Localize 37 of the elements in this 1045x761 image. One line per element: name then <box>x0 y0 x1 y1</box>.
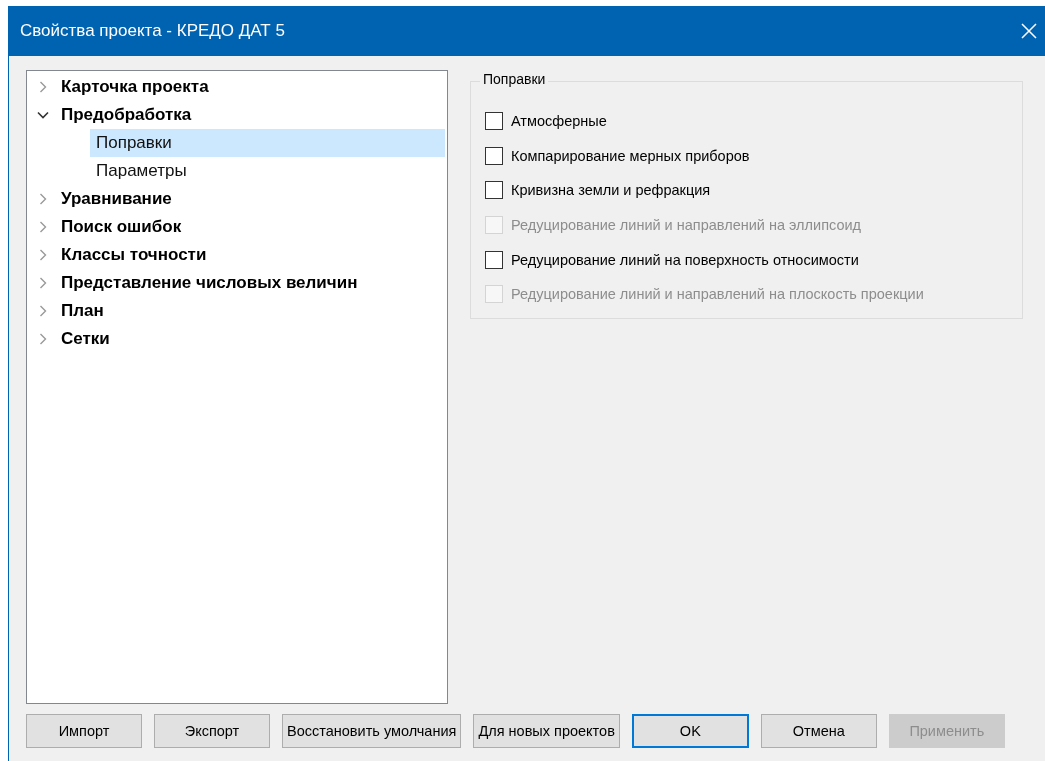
dialog-button[interactable]: Восстановить умолчания <box>282 714 462 748</box>
checkbox[interactable] <box>485 112 503 131</box>
tree-item[interactable]: Карточка проекта <box>61 77 209 97</box>
chevron-down-icon[interactable] <box>37 109 49 121</box>
dialog-button[interactable]: Для новых проектов <box>473 714 620 748</box>
tree-item[interactable]: План <box>61 301 104 321</box>
checkbox[interactable] <box>485 181 503 200</box>
window-title: Свойства проекта - КРЕДО ДАТ 5 <box>20 21 285 41</box>
tree-item[interactable]: Представление числовых величин <box>61 273 358 293</box>
checkbox[interactable] <box>485 146 503 165</box>
tree-item[interactable]: Уравнивание <box>61 189 172 209</box>
chevron-right-icon[interactable] <box>37 249 49 261</box>
group-title: Поправки <box>480 71 549 87</box>
tree-item[interactable]: Параметры <box>90 157 445 185</box>
checkbox-label: Редуцирование линий и направлений на эллипсоид <box>511 217 862 234</box>
chevron-right-icon[interactable] <box>37 221 49 233</box>
tree-item[interactable]: Поиск ошибок <box>61 217 182 237</box>
checkbox-label: Кривизна земли и рефракция <box>511 182 711 199</box>
chevron-right-icon[interactable] <box>37 333 49 345</box>
chevron-right-icon[interactable] <box>37 81 49 93</box>
checkbox-label: Редуцирование линий и направлений на плоскость проекции <box>511 286 924 303</box>
tree-item[interactable]: Сетки <box>61 329 110 349</box>
chevron-right-icon[interactable] <box>37 193 49 205</box>
dialog-button[interactable]: Импорт <box>26 714 142 748</box>
dialog-button[interactable]: Экспорт <box>154 714 270 748</box>
checkbox-label: Компарирование мерных приборов <box>511 147 750 164</box>
tree-item[interactable]: Поправки <box>90 129 445 157</box>
tree-item[interactable]: Предобработка <box>61 105 192 125</box>
chevron-right-icon[interactable] <box>37 277 49 289</box>
chevron-right-icon[interactable] <box>37 305 49 317</box>
close-icon[interactable] <box>1021 23 1037 39</box>
checkbox[interactable] <box>485 250 503 269</box>
checkbox-label: Редуцирование линий на поверхность относимости <box>511 251 859 268</box>
tree-item[interactable]: Классы точности <box>61 245 207 265</box>
checkbox-label: Атмосферные <box>511 113 607 130</box>
dialog-button[interactable]: OK <box>631 714 749 748</box>
dialog-button[interactable]: Отмена <box>760 714 877 748</box>
